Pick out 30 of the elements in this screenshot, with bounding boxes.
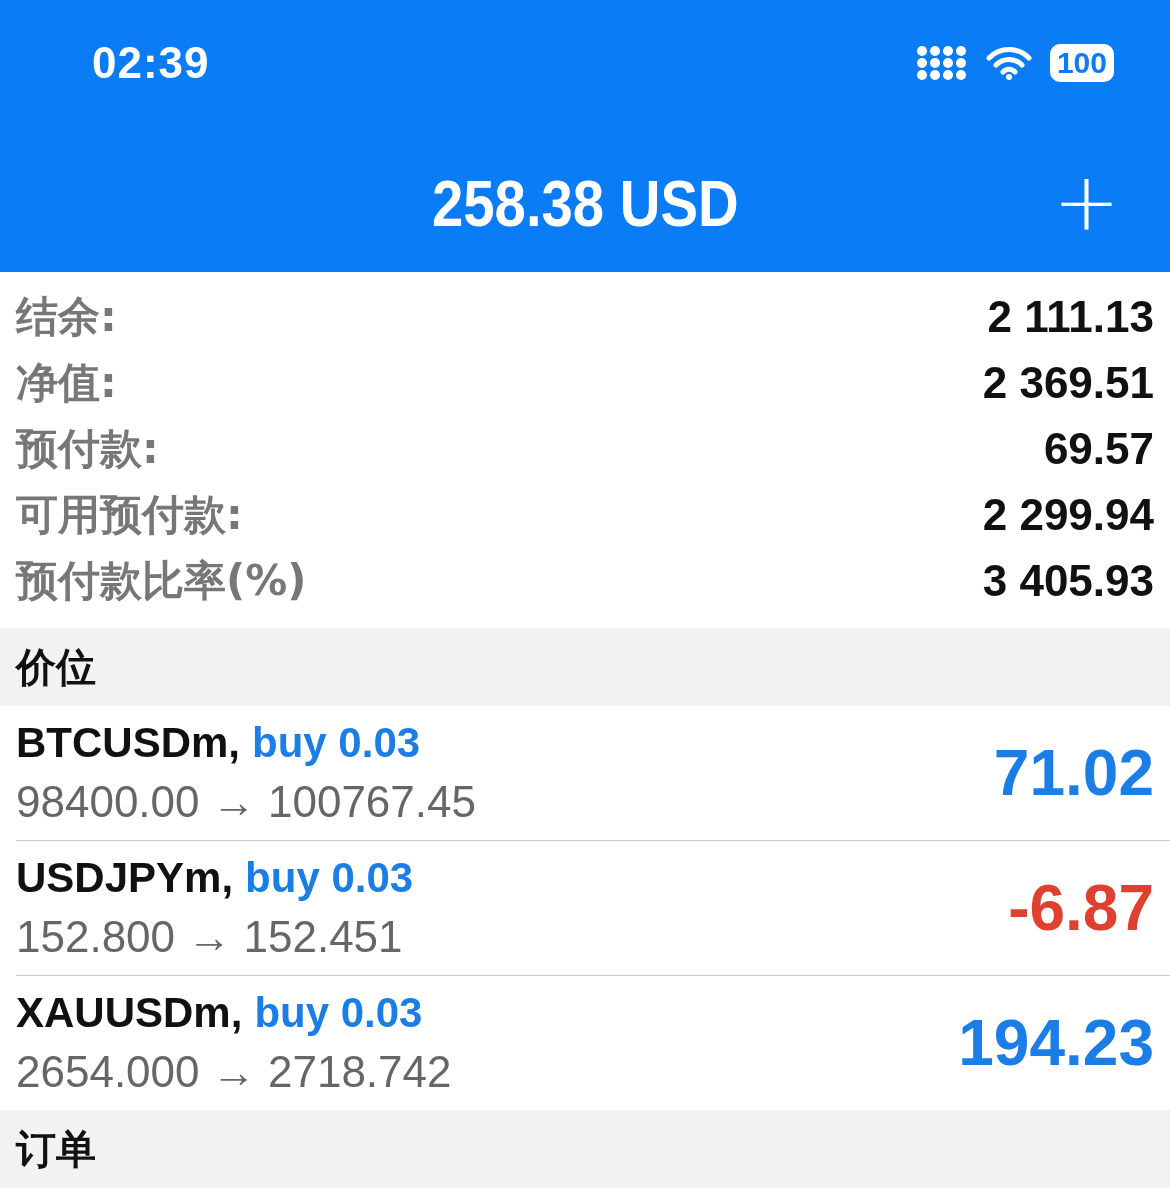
order-label: buy 0.03 [252, 719, 421, 767]
order-label: buy 0.03 [254, 989, 423, 1037]
price-change: 98400.00 → 100767.45 [16, 777, 476, 827]
symbol-label: USDJPYm, [16, 854, 234, 902]
wifi-icon [985, 45, 1032, 80]
summary-value: 2 299.94 [982, 490, 1154, 540]
section-title: 订单 [16, 1124, 96, 1174]
symbol-label: XAUUSDm, [16, 989, 243, 1037]
symbol-label: BTCUSDm, [16, 719, 240, 767]
order-label: buy 0.03 [245, 854, 414, 902]
signal-icon [915, 44, 968, 81]
status-time: 02:39 [92, 37, 210, 88]
summary-value: 2 369.51 [982, 358, 1154, 408]
battery-icon: 100 [1049, 43, 1114, 82]
section-title: 价位 [16, 642, 96, 692]
summary-label: 净值: [16, 357, 117, 409]
price-change: 2654.000 → 2718.742 [16, 1047, 452, 1097]
profit-value: -6.87 [1008, 871, 1154, 945]
profit-value: 71.02 [993, 736, 1154, 810]
summary-value: 69.57 [1043, 424, 1154, 474]
summary-value: 2 111.13 [987, 292, 1154, 342]
profit-value: 194.23 [958, 1006, 1154, 1080]
price-change: 152.800 → 152.451 [16, 912, 404, 962]
summary-label: 结余: [16, 291, 117, 343]
summary-label: 预付款: [16, 423, 159, 475]
add-button[interactable]: + [1052, 163, 1120, 243]
summary-value: 3 405.93 [982, 556, 1154, 606]
summary-label: 可用预付款: [16, 489, 243, 541]
summary-label: 预付款比率(%) [16, 555, 307, 607]
balance-title: 258.38 USD [431, 166, 739, 241]
